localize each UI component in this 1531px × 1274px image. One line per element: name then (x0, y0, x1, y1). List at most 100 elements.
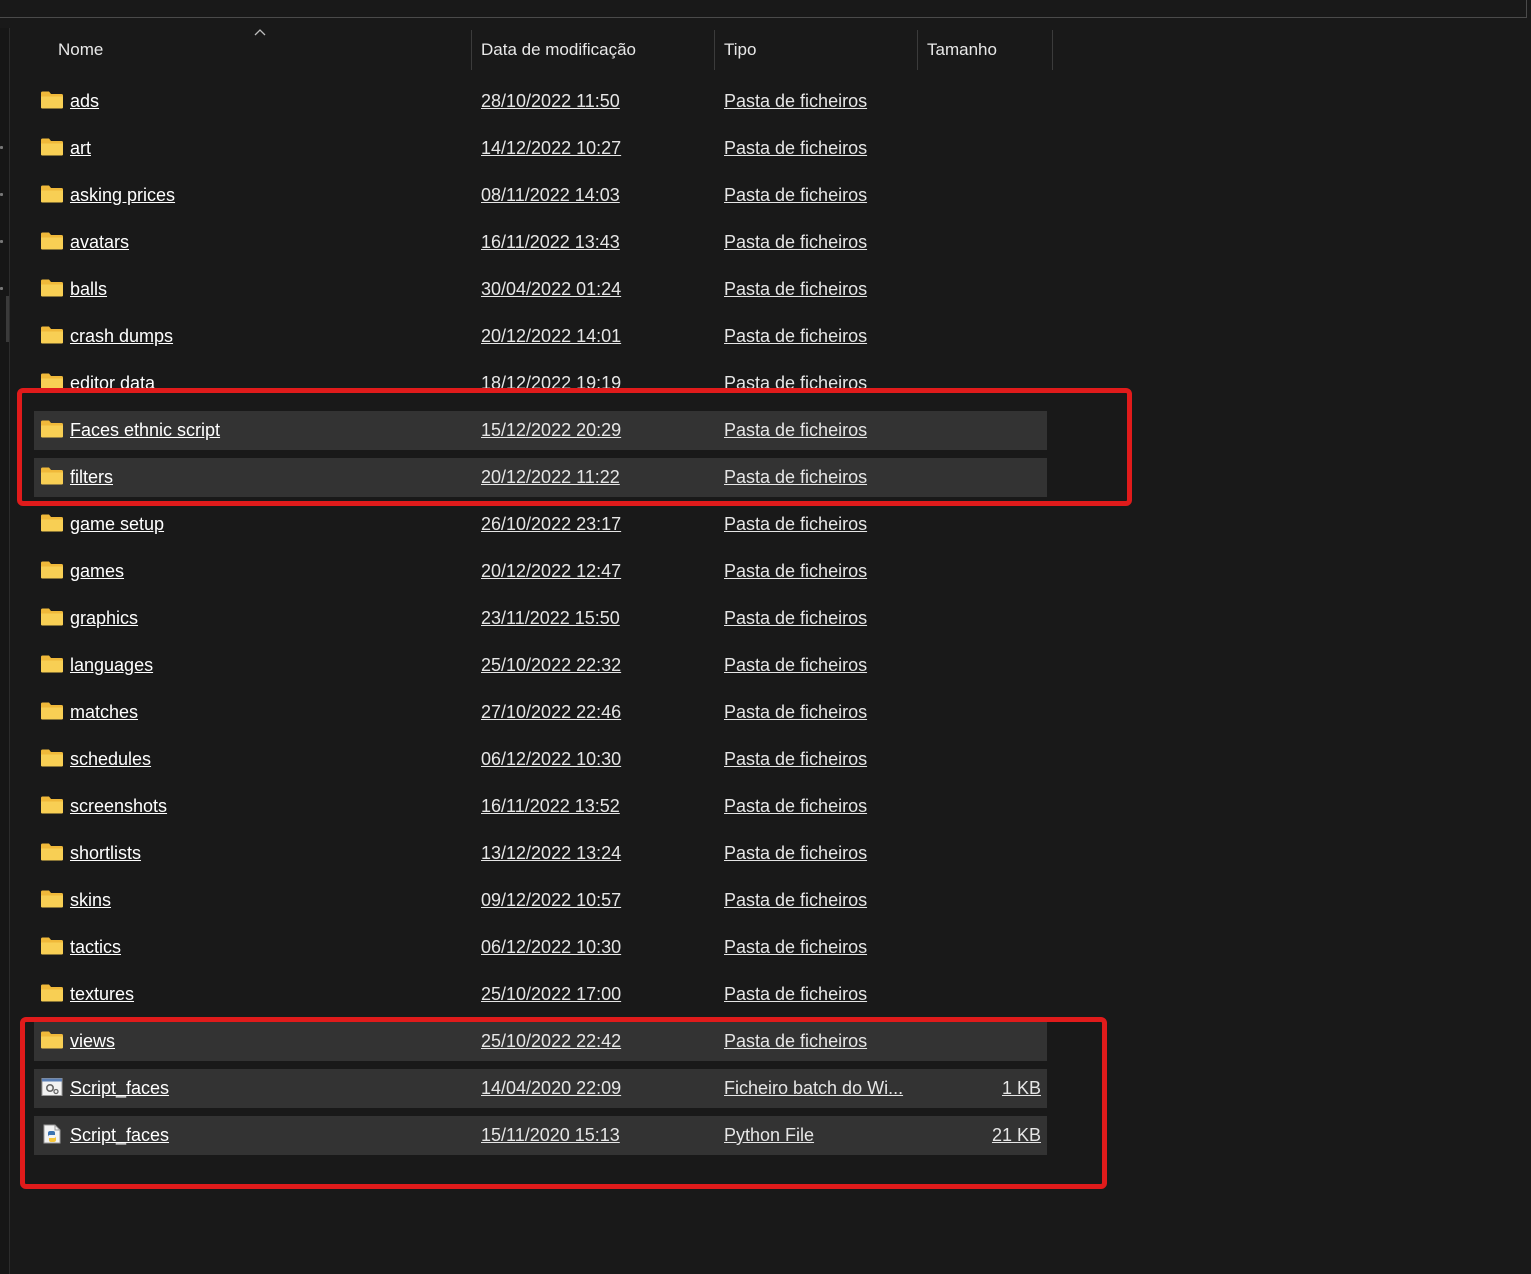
expand-arrow-icon[interactable] (0, 146, 3, 149)
file-name: art (70, 138, 92, 158)
file-row[interactable]: matches 27/10/2022 22:46 Pasta de ficheiro… (34, 693, 1047, 732)
highlight-box-top (17, 388, 1132, 506)
folder-icon (40, 607, 64, 627)
file-date-modified: 25/10/2022 17:00 (481, 984, 622, 1004)
file-date-modified: 08/11/2022 14:03 (481, 185, 620, 205)
file-date-modified: 16/11/2022 13:52 (481, 796, 620, 816)
file-date-modified: 09/12/2022 10:57 (481, 890, 622, 910)
file-name: screenshots (70, 796, 168, 816)
expand-arrow-icon[interactable] (0, 193, 3, 196)
file-name: balls (70, 279, 108, 299)
file-type: Pasta de ficheiros (724, 185, 868, 205)
file-date-modified: 23/11/2022 15:50 (481, 608, 620, 628)
folder-icon (40, 231, 64, 251)
file-name: languages (70, 655, 154, 675)
folder-icon (40, 513, 64, 533)
file-type: Pasta de ficheiros (724, 514, 868, 534)
column-header-date[interactable]: Data de modificação (481, 28, 711, 72)
folder-icon (40, 936, 64, 956)
folder-icon (40, 983, 64, 1003)
file-name: ads (70, 91, 100, 111)
file-date-modified: 26/10/2022 23:17 (481, 514, 622, 534)
file-row[interactable]: textures 25/10/2022 17:00 Pasta de ficheir… (34, 975, 1047, 1014)
file-date-modified: 30/04/2022 01:24 (481, 279, 622, 299)
file-name: shortlists (70, 843, 142, 863)
file-date-modified: 25/10/2022 22:32 (481, 655, 622, 675)
folder-icon (40, 137, 64, 157)
file-row[interactable]: schedules 06/12/2022 10:30 Pasta de fichei… (34, 740, 1047, 779)
column-header-name-label: Nome (58, 40, 104, 59)
file-row[interactable]: games 20/12/2022 12:47 Pasta de ficheiros (34, 552, 1047, 591)
file-type: Pasta de ficheiros (724, 91, 868, 111)
file-type: Pasta de ficheiros (724, 279, 868, 299)
column-header-size[interactable]: Tamanho (927, 28, 1052, 72)
file-row[interactable]: art 14/12/2022 10:27 Pasta de ficheiros (34, 129, 1047, 168)
file-row[interactable]: ads 28/10/2022 11:50 Pasta de ficheiros (34, 82, 1047, 121)
file-type: Pasta de ficheiros (724, 937, 868, 957)
file-date-modified: 13/12/2022 13:24 (481, 843, 622, 863)
file-name: crash dumps (70, 326, 174, 346)
expand-arrow-icon[interactable] (0, 287, 3, 290)
folder-icon (40, 278, 64, 298)
file-type: Pasta de ficheiros (724, 561, 868, 581)
file-row[interactable]: tactics 06/12/2022 10:30 Pasta de ficheiro… (34, 928, 1047, 967)
column-header-size-label: Tamanho (927, 40, 997, 59)
file-row[interactable]: languages 25/10/2022 22:32 Pasta de fichei… (34, 646, 1047, 685)
navigation-selected-indicator (6, 296, 9, 342)
file-row[interactable]: game setup 26/10/2022 23:17 Pasta de fiche… (34, 505, 1047, 544)
file-row[interactable]: shortlists 13/12/2022 13:24 Pasta de fiche… (34, 834, 1047, 873)
highlight-box-bottom (20, 1017, 1107, 1189)
column-header-type[interactable]: Tipo (724, 28, 914, 72)
folder-icon (40, 325, 64, 345)
file-type: Pasta de ficheiros (724, 326, 868, 346)
file-name: asking prices (70, 185, 176, 205)
file-row[interactable]: crash dumps 20/12/2022 14:01 Pasta de fich… (34, 317, 1047, 356)
navigation-pane-edge[interactable] (0, 28, 10, 1274)
file-date-modified: 16/11/2022 13:43 (481, 232, 620, 252)
folder-icon (40, 184, 64, 204)
address-bar-edge (0, 0, 1527, 18)
file-date-modified: 06/12/2022 10:30 (481, 937, 622, 957)
file-date-modified: 06/12/2022 10:30 (481, 749, 622, 769)
column-header-name[interactable]: Nome (58, 28, 468, 72)
file-date-modified: 27/10/2022 22:46 (481, 702, 622, 722)
file-row[interactable]: graphics 23/11/2022 15:50 Pasta de ficheir… (34, 599, 1047, 638)
file-date-modified: 20/12/2022 14:01 (481, 326, 622, 346)
column-divider[interactable] (471, 30, 472, 70)
folder-icon (40, 560, 64, 580)
file-type: Pasta de ficheiros (724, 796, 868, 816)
folder-icon (40, 842, 64, 862)
column-divider[interactable] (1052, 30, 1053, 70)
file-date-modified: 14/12/2022 10:27 (481, 138, 622, 158)
file-row[interactable]: balls 30/04/2022 01:24 Pasta de ficheiros (34, 270, 1047, 309)
file-type: Pasta de ficheiros (724, 655, 868, 675)
file-row[interactable]: avatars 16/11/2022 13:43 Pasta de ficheiro… (34, 223, 1047, 262)
file-name: skins (70, 890, 112, 910)
file-type: Pasta de ficheiros (724, 138, 868, 158)
file-row[interactable]: screenshots 16/11/2022 13:52 Pasta de fich… (34, 787, 1047, 826)
file-name: games (70, 561, 125, 581)
column-divider[interactable] (917, 30, 918, 70)
file-type: Pasta de ficheiros (724, 232, 868, 252)
column-divider[interactable] (714, 30, 715, 70)
folder-icon (40, 701, 64, 721)
file-name: schedules (70, 749, 152, 769)
file-row[interactable]: skins 09/12/2022 10:57 Pasta de ficheiros (34, 881, 1047, 920)
file-name: textures (70, 984, 135, 1004)
column-header-date-label: Data de modificação (481, 40, 636, 59)
expand-arrow-icon[interactable] (0, 240, 3, 243)
file-row[interactable]: asking prices 08/11/2022 14:03 Pasta de fi… (34, 176, 1047, 215)
column-header-type-label: Tipo (724, 40, 757, 59)
file-name: avatars (70, 232, 130, 252)
file-type: Pasta de ficheiros (724, 702, 868, 722)
column-header-bar: Nome Data de modificação Tipo Tamanho (30, 28, 1054, 72)
file-name: tactics (70, 937, 122, 957)
folder-icon (40, 795, 64, 815)
file-type: Pasta de ficheiros (724, 608, 868, 628)
file-type: Pasta de ficheiros (724, 890, 868, 910)
file-date-modified: 28/10/2022 11:50 (481, 91, 620, 111)
file-name: graphics (70, 608, 139, 628)
folder-icon (40, 90, 64, 110)
folder-icon (40, 654, 64, 674)
file-name: game setup (70, 514, 165, 534)
